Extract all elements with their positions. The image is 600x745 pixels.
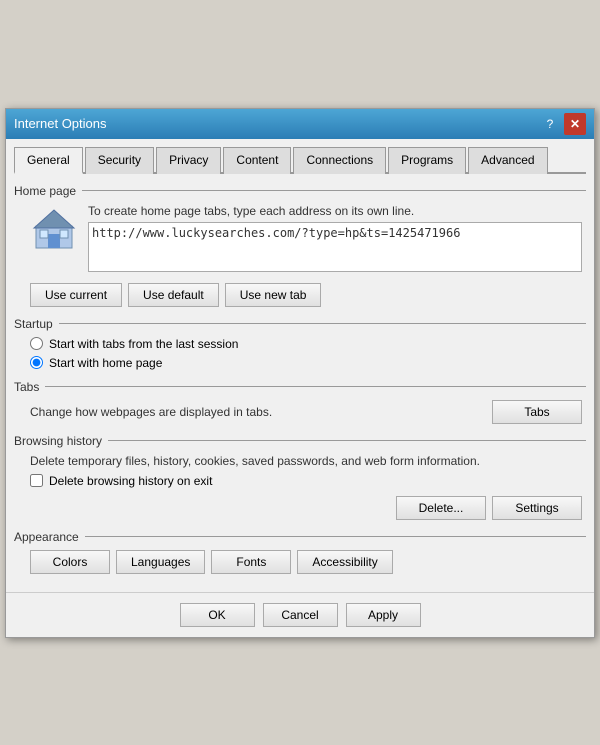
tabs-section-title: Tabs [14, 380, 586, 394]
tabs-section-row: Change how webpages are displayed in tab… [30, 400, 582, 424]
home-page-row: To create home page tabs, type each addr… [30, 204, 582, 275]
home-page-section-title: Home page [14, 184, 586, 198]
startup-content: Start with tabs from the last session St… [14, 337, 586, 370]
fonts-button[interactable]: Fonts [211, 550, 291, 574]
home-page-url-input[interactable] [88, 222, 582, 272]
tab-privacy[interactable]: Privacy [156, 147, 221, 174]
delete-button[interactable]: Delete... [396, 496, 486, 520]
startup-option2-row: Start with home page [30, 356, 582, 370]
title-bar-left: Internet Options [14, 116, 107, 131]
startup-option2-label: Start with home page [49, 356, 162, 370]
startup-option2-radio[interactable] [30, 356, 43, 369]
tabs-button[interactable]: Tabs [492, 400, 582, 424]
content-area: General Security Privacy Content Connect… [6, 139, 594, 592]
tab-programs[interactable]: Programs [388, 147, 466, 174]
tab-general[interactable]: General [14, 147, 83, 174]
home-page-buttons: Use current Use default Use new tab [30, 283, 582, 307]
browsing-history-section-title: Browsing history [14, 434, 586, 448]
help-button[interactable]: ? [539, 113, 561, 135]
delete-on-exit-label: Delete browsing history on exit [49, 474, 212, 488]
title-bar-buttons: ? ✕ [539, 113, 586, 135]
internet-options-window: Internet Options ? ✕ General Security Pr… [5, 108, 595, 638]
apply-button[interactable]: Apply [346, 603, 421, 627]
use-current-button[interactable]: Use current [30, 283, 122, 307]
appearance-section: Appearance Colors Languages Fonts Access… [14, 530, 586, 574]
tabs-section: Tabs Change how webpages are displayed i… [14, 380, 586, 424]
appearance-content: Colors Languages Fonts Accessibility [14, 550, 586, 574]
delete-on-exit-checkbox[interactable] [30, 474, 43, 487]
settings-button[interactable]: Settings [492, 496, 582, 520]
browsing-history-description: Delete temporary files, history, cookies… [30, 454, 582, 468]
tab-content[interactable]: Content [223, 147, 291, 174]
startup-option1-row: Start with tabs from the last session [30, 337, 582, 351]
languages-button[interactable]: Languages [116, 550, 205, 574]
cancel-button[interactable]: Cancel [263, 603, 338, 627]
tab-connections[interactable]: Connections [293, 147, 386, 174]
ok-button[interactable]: OK [180, 603, 255, 627]
browsing-history-content: Delete temporary files, history, cookies… [14, 454, 586, 520]
browsing-history-buttons: Delete... Settings [30, 496, 582, 520]
appearance-section-title: Appearance [14, 530, 586, 544]
footer: OK Cancel Apply [6, 592, 594, 637]
home-page-section: Home page To create home page tabs, type… [14, 184, 586, 307]
tab-security[interactable]: Security [85, 147, 154, 174]
startup-section-title: Startup [14, 317, 586, 331]
tab-advanced[interactable]: Advanced [468, 147, 547, 174]
close-button[interactable]: ✕ [564, 113, 586, 135]
title-bar: Internet Options ? ✕ [6, 109, 594, 139]
home-page-description: To create home page tabs, type each addr… [88, 204, 582, 218]
home-page-right: To create home page tabs, type each addr… [88, 204, 582, 275]
use-default-button[interactable]: Use default [128, 283, 219, 307]
appearance-buttons: Colors Languages Fonts Accessibility [30, 550, 582, 574]
tabs-section-content: Change how webpages are displayed in tab… [14, 400, 586, 424]
startup-option1-radio[interactable] [30, 337, 43, 350]
home-page-content: To create home page tabs, type each addr… [14, 204, 586, 307]
colors-button[interactable]: Colors [30, 550, 110, 574]
tabs-section-description: Change how webpages are displayed in tab… [30, 405, 272, 419]
delete-on-exit-row: Delete browsing history on exit [30, 474, 582, 488]
tab-bar: General Security Privacy Content Connect… [14, 147, 586, 174]
startup-option1-label: Start with tabs from the last session [49, 337, 238, 351]
use-new-tab-button[interactable]: Use new tab [225, 283, 322, 307]
house-icon [30, 204, 78, 252]
startup-section: Startup Start with tabs from the last se… [14, 317, 586, 370]
window-title: Internet Options [14, 116, 107, 131]
browsing-history-section: Browsing history Delete temporary files,… [14, 434, 586, 520]
accessibility-button[interactable]: Accessibility [297, 550, 392, 574]
